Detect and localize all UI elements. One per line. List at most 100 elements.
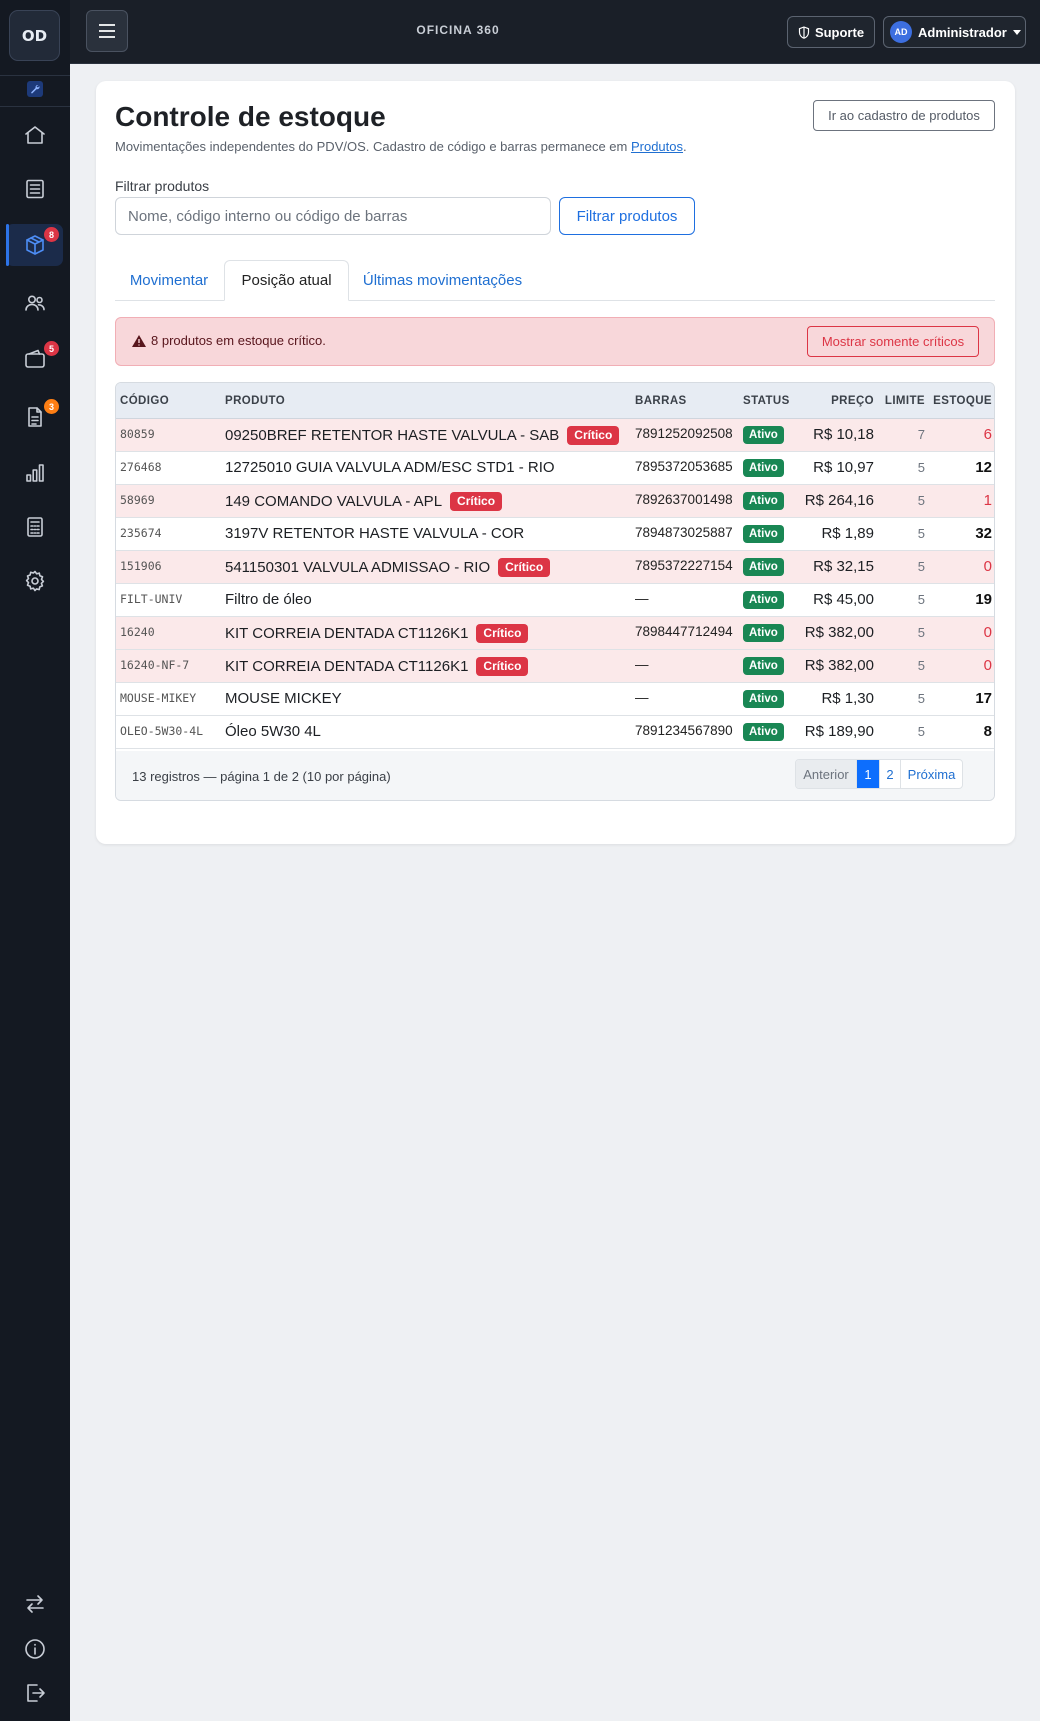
- sidebar-item-documents[interactable]: 3: [6, 396, 63, 438]
- filter-button[interactable]: Filtrar produtos: [559, 197, 695, 235]
- product-name: Óleo 5W30 4L: [225, 723, 321, 740]
- product-code: 16240: [120, 625, 155, 639]
- product-cell: 541150301 VALVULA ADMISSAO - RIO Crítico: [225, 558, 551, 577]
- stock-limit: 5: [917, 559, 925, 574]
- product-code: 276468: [120, 460, 162, 474]
- stock-limit: 5: [917, 658, 925, 673]
- price: R$ 32,15: [813, 558, 874, 575]
- page-title: Controle de estoque: [115, 101, 386, 132]
- stock-limit: 5: [917, 691, 925, 706]
- avatar: AD: [890, 21, 912, 43]
- sidebar-item-calculator[interactable]: [6, 506, 63, 548]
- goto-products-button[interactable]: Ir ao cadastro de produtos: [813, 100, 995, 131]
- product-cell: KIT CORREIA DENTADA CT1126K1 Crítico: [225, 624, 529, 643]
- barcode: —: [635, 591, 649, 606]
- price: R$ 264,16: [804, 492, 874, 509]
- product-name: 09250BREF RETENTOR HASTE VALVULA - SAB: [225, 427, 560, 444]
- product-code: MOUSE-MIKEY: [120, 691, 197, 705]
- table-row[interactable]: OLEO-5W30-4L Óleo 5W30 4L 7891234567890 Ati…: [116, 716, 994, 749]
- user-menu-button[interactable]: AD Administrador: [883, 16, 1026, 48]
- alert-message: 8 produtos em estoque crítico.: [132, 333, 326, 348]
- barcode: 7891252092508: [635, 426, 733, 441]
- status-badge: Ativo: [743, 657, 784, 675]
- tab-ultimas-movimentacoes[interactable]: Últimas movimentações: [350, 260, 535, 301]
- sidebar-item-stock[interactable]: 8: [6, 224, 63, 266]
- page-1-button[interactable]: 1: [857, 760, 880, 788]
- table-row[interactable]: MOUSE-MIKEY MOUSE MICKEY — Ativo R$ 1,30 5 17: [116, 683, 994, 716]
- tab-posicao-atual[interactable]: Posição atual: [224, 260, 349, 301]
- app-logo[interactable]: OD: [9, 10, 60, 61]
- col-code: CÓDIGO: [120, 395, 170, 407]
- sidebar: OD 8 5 3: [0, 0, 70, 1721]
- price: R$ 10,97: [813, 459, 874, 476]
- product-cell: MOUSE MICKEY: [225, 690, 342, 707]
- alert-text: 8 produtos em estoque crítico.: [151, 333, 326, 348]
- product-code: OLEO-5W30-4L: [120, 724, 204, 738]
- barcode: 7895372053685: [635, 459, 733, 474]
- sidebar-item-finance[interactable]: 5: [6, 338, 63, 380]
- stock-limit: 5: [917, 625, 925, 640]
- stock-quantity: 0: [983, 657, 992, 674]
- price: R$ 382,00: [804, 624, 874, 641]
- critical-badge: Crítico: [450, 492, 503, 511]
- product-filter-input[interactable]: [115, 197, 551, 235]
- barcode: 7898447712494: [635, 624, 733, 639]
- sidebar-item-home[interactable]: [6, 114, 63, 156]
- barcode: —: [635, 657, 649, 672]
- table-row[interactable]: 276468 12725010 GUIA VALVULA ADM/ESC STD1…: [116, 452, 994, 485]
- price: R$ 189,90: [804, 723, 874, 740]
- show-critical-only-button[interactable]: Mostrar somente críticos: [807, 326, 979, 357]
- product-code: 58969: [120, 493, 155, 507]
- stock-card: Controle de estoque Movimentações indepe…: [96, 81, 1015, 844]
- product-name: MOUSE MICKEY: [225, 690, 342, 707]
- calculator-icon: [26, 517, 43, 537]
- col-stock: ESTOQUE: [933, 395, 992, 407]
- info-icon: [24, 1639, 45, 1659]
- product-code: 80859: [120, 427, 155, 441]
- stock-quantity: 32: [975, 525, 992, 542]
- table-row[interactable]: 151906 541150301 VALVULA ADMISSAO - RIO Cr…: [116, 551, 994, 584]
- product-name: 3197V RETENTOR HASTE VALVULA - COR: [225, 525, 525, 542]
- support-button[interactable]: Suporte: [787, 16, 875, 48]
- col-price: PREÇO: [831, 395, 874, 407]
- prev-page-button[interactable]: Anterior: [796, 760, 857, 788]
- product-name: 541150301 VALVULA ADMISSAO - RIO: [225, 559, 491, 576]
- col-product: PRODUTO: [225, 395, 286, 407]
- notification-badge: 8: [44, 227, 59, 242]
- notification-badge: 5: [44, 341, 59, 356]
- product-cell: Óleo 5W30 4L: [225, 723, 321, 740]
- page-2-button[interactable]: 2: [880, 760, 901, 788]
- tabs: Movimentar Posição atual Últimas movimen…: [115, 260, 995, 301]
- barcode: 7891234567890: [635, 723, 733, 738]
- table-row[interactable]: 58969 149 COMANDO VALVULA - APL Crítico 789…: [116, 485, 994, 518]
- table-header: CÓDIGO PRODUTO BARRAS STATUS PREÇO LIMIT…: [116, 383, 994, 419]
- table-row[interactable]: 16240-NF-7 KIT CORREIA DENTADA CT1126K1 Cr…: [116, 650, 994, 683]
- products-link[interactable]: Produtos: [631, 139, 683, 154]
- table-row[interactable]: FILT-UNIV Filtro de óleo — Ativo R$ 45,00 5 19: [116, 584, 994, 617]
- sidebar-item-about[interactable]: [6, 1628, 63, 1670]
- next-page-button[interactable]: Próxima: [901, 760, 962, 788]
- tab-movimentar[interactable]: Movimentar: [115, 260, 223, 301]
- table-row[interactable]: 80859 09250BREF RETENTOR HASTE VALVULA - …: [116, 419, 994, 452]
- users-icon: [24, 295, 45, 311]
- subtitle-suffix: .: [683, 139, 687, 154]
- menu-toggle-button[interactable]: [86, 10, 128, 52]
- table-row[interactable]: 235674 3197V RETENTOR HASTE VALVULA - COR…: [116, 518, 994, 551]
- sidebar-item-switch[interactable]: [6, 1583, 63, 1625]
- sidebar-item-reports[interactable]: [6, 452, 63, 494]
- subtitle-text: Movimentações independentes do PDV/OS. C…: [115, 139, 631, 154]
- status-badge: Ativo: [743, 624, 784, 642]
- pagination-info: 13 registros — página 1 de 2 (10 por pág…: [132, 769, 391, 784]
- table-row[interactable]: 16240 KIT CORREIA DENTADA CT1126K1 Crítico…: [116, 617, 994, 650]
- barcode: 7892637001498: [635, 492, 733, 507]
- status-badge: Ativo: [743, 492, 784, 510]
- sidebar-item-logout[interactable]: [6, 1672, 63, 1714]
- sidebar-item-settings[interactable]: [6, 560, 63, 602]
- critical-badge: Crítico: [567, 426, 620, 445]
- sidebar-item-list[interactable]: [6, 168, 63, 210]
- stock-quantity: 8: [983, 723, 992, 740]
- sidebar-item-customers[interactable]: [6, 282, 63, 324]
- page-subtitle: Movimentações independentes do PDV/OS. C…: [115, 139, 687, 154]
- box-icon: [25, 235, 44, 255]
- status-badge: Ativo: [743, 690, 784, 708]
